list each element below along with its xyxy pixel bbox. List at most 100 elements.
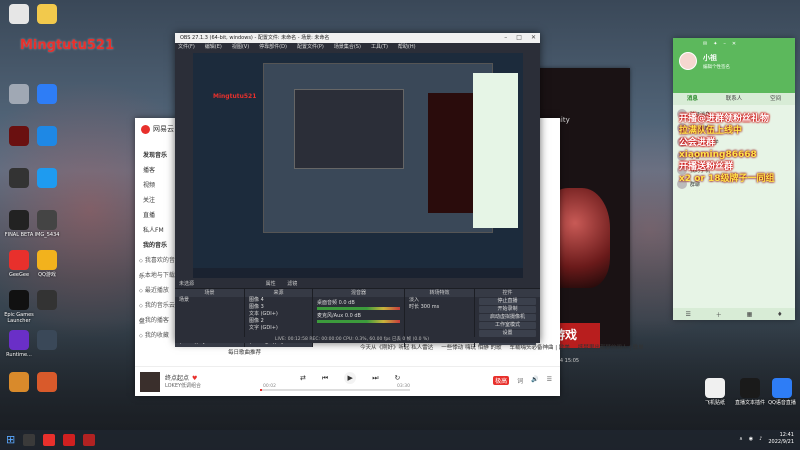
- sidebar-item[interactable]: 最近播放: [135, 283, 175, 298]
- heart-icon[interactable]: ♥: [192, 375, 197, 382]
- previous-icon[interactable]: ⏮: [322, 374, 328, 383]
- music-logo: 网易云: [141, 124, 174, 134]
- menu-item[interactable]: 文件(F): [178, 43, 195, 52]
- playlist-icon[interactable]: ☰: [547, 376, 552, 385]
- volume-icon[interactable]: ♪: [759, 436, 762, 442]
- stop-stream-button[interactable]: 停止直播: [479, 298, 536, 305]
- repeat-icon[interactable]: ↻: [395, 374, 401, 382]
- source-item[interactable]: 文本 (GDI+): [245, 311, 312, 318]
- tray-expand-icon[interactable]: ∧: [739, 436, 743, 442]
- sidebar-item[interactable]: 播客: [135, 163, 175, 178]
- next-icon[interactable]: ⏭: [372, 374, 378, 383]
- volume-icon[interactable]: 🔊: [531, 376, 538, 385]
- preview-taskbar: [193, 268, 523, 278]
- qq-signature[interactable]: 编辑个性签名: [703, 64, 730, 70]
- desktop-shortcut[interactable]: 飞机贴纸: [698, 378, 732, 406]
- menu-item[interactable]: 视图(V): [232, 43, 249, 52]
- menu-item[interactable]: 场景集合(S): [334, 43, 361, 52]
- sidebar-item[interactable]: 私人FM: [135, 223, 175, 238]
- desktop-shortcut[interactable]: [30, 168, 64, 190]
- filters-button[interactable]: 滤镜: [287, 281, 297, 287]
- volume-meter[interactable]: [317, 320, 400, 323]
- app-icon: [740, 378, 760, 398]
- desktop-shortcut[interactable]: QQ语音直播: [765, 378, 799, 406]
- network-icon[interactable]: ◉: [749, 436, 753, 442]
- sidebar-item[interactable]: 发现音乐: [135, 148, 175, 163]
- shortcut-label: QQ游戏: [38, 272, 56, 278]
- desktop-shortcut[interactable]: 直播文本插件: [733, 378, 767, 406]
- source-item[interactable]: 文字 (GDI+): [245, 325, 312, 332]
- desktop-shortcut[interactable]: [30, 4, 64, 26]
- lyrics-button[interactable]: 词: [517, 376, 523, 385]
- maximize-icon[interactable]: □: [516, 33, 522, 43]
- taskbar-app-icon[interactable]: [83, 434, 96, 446]
- menu-item[interactable]: 配置文件(P): [297, 43, 324, 52]
- desktop-shortcut[interactable]: [30, 84, 64, 106]
- menu-icon[interactable]: ☰: [685, 311, 690, 318]
- taskbar-app-icon[interactable]: [43, 434, 56, 446]
- sidebar-item[interactable]: 直播: [135, 208, 175, 223]
- app-grid-icon[interactable]: ▦: [747, 311, 753, 318]
- playlist-title[interactable]: 摔梦里出都梦的闹人 | 歌单: [578, 343, 644, 351]
- source-item[interactable]: 图像 2: [245, 318, 312, 325]
- qq-bottom-bar: ☰ ＋ ▦ ♦: [673, 308, 795, 320]
- clock[interactable]: 12:41 2022/9/21: [768, 432, 794, 446]
- start-icon[interactable]: ⊞: [6, 434, 15, 446]
- lock-icon[interactable]: ✦: [713, 41, 717, 47]
- gift-icon[interactable]: ♦: [777, 311, 782, 318]
- source-item[interactable]: 图像 3: [245, 304, 312, 311]
- start-recording-button[interactable]: 开始录制: [479, 306, 536, 313]
- sidebar-item[interactable]: 视频: [135, 178, 175, 193]
- obs-preview[interactable]: Mingtutu521: [193, 53, 523, 278]
- menu-item[interactable]: 停靠部件(D): [259, 43, 287, 52]
- shuffle-icon[interactable]: ⇄: [300, 374, 306, 382]
- menu-item[interactable]: 帮助(H): [398, 43, 416, 52]
- qq-window[interactable]: ✉ ✦ – ✕ 小祖 编辑个性签名 消息 联系人 空间 验证消息 QQ 邮箱 R…: [673, 38, 795, 320]
- minimize-icon[interactable]: –: [723, 41, 726, 47]
- studio-mode-button[interactable]: 工作室模式: [479, 322, 536, 329]
- sidebar-item[interactable]: 我的收藏: [135, 328, 175, 343]
- desktop-shortcut[interactable]: [30, 372, 64, 394]
- taskbar-app-icon[interactable]: [23, 434, 36, 446]
- sidebar-item[interactable]: 本地与下载: [135, 268, 175, 283]
- album-cover[interactable]: [140, 372, 160, 392]
- virtual-camera-button[interactable]: 启动虚拟摄像机: [479, 314, 536, 321]
- app-icon: [9, 4, 29, 24]
- netease-icon: [141, 124, 150, 134]
- tab-contacts[interactable]: 联系人: [726, 93, 743, 105]
- desktop-shortcut[interactable]: QQ游戏: [30, 250, 64, 278]
- transition-type[interactable]: 淡入: [405, 297, 474, 304]
- scene-item[interactable]: 场景: [175, 297, 244, 304]
- minimize-icon[interactable]: –: [504, 33, 507, 43]
- desktop-shortcut[interactable]: [30, 126, 64, 148]
- tab-messages[interactable]: 消息: [687, 93, 698, 105]
- desktop-shortcut[interactable]: IMG_5434: [30, 210, 64, 238]
- progress-bar[interactable]: [260, 389, 410, 391]
- sidebar-item[interactable]: 我喜欢的音乐: [135, 253, 175, 280]
- menu-item[interactable]: 工具(T): [371, 43, 388, 52]
- settings-button[interactable]: 设置: [479, 330, 536, 337]
- skin-icon[interactable]: ✉: [703, 41, 707, 47]
- obs-window[interactable]: OBS 27.1.3 (64-bit, windows) - 配置文件: 未命名…: [175, 33, 540, 347]
- tab-space[interactable]: 空间: [770, 93, 781, 105]
- quality-badge[interactable]: 极高: [493, 376, 510, 385]
- transition-duration: 时长 300 ms: [405, 304, 474, 311]
- duration-value[interactable]: 300 ms: [421, 304, 440, 310]
- desktop-shortcut[interactable]: [30, 290, 64, 312]
- sidebar-item[interactable]: 我的播客: [135, 313, 175, 328]
- properties-button[interactable]: 属性: [266, 281, 276, 287]
- play-icon[interactable]: ▶: [344, 372, 357, 384]
- system-tray: ∧ ◉ ♪ 12:41 2022/9/21: [739, 432, 794, 446]
- add-contact-icon[interactable]: ＋: [716, 310, 722, 319]
- close-icon[interactable]: ✕: [531, 33, 536, 43]
- close-icon[interactable]: ✕: [732, 41, 736, 47]
- source-item[interactable]: 图像 4: [245, 297, 312, 304]
- sidebar-item[interactable]: 我的音乐云盘: [135, 298, 175, 325]
- desktop-shortcut[interactable]: [30, 330, 64, 352]
- sidebar-item[interactable]: 关注: [135, 193, 175, 208]
- daily-recommend[interactable]: 每日歌曲推荐: [228, 348, 261, 356]
- shortcut-label: 飞机贴纸: [704, 400, 725, 406]
- avatar[interactable]: [679, 52, 697, 70]
- menu-item[interactable]: 编辑(E): [205, 43, 222, 52]
- taskbar-app-icon[interactable]: [63, 434, 76, 446]
